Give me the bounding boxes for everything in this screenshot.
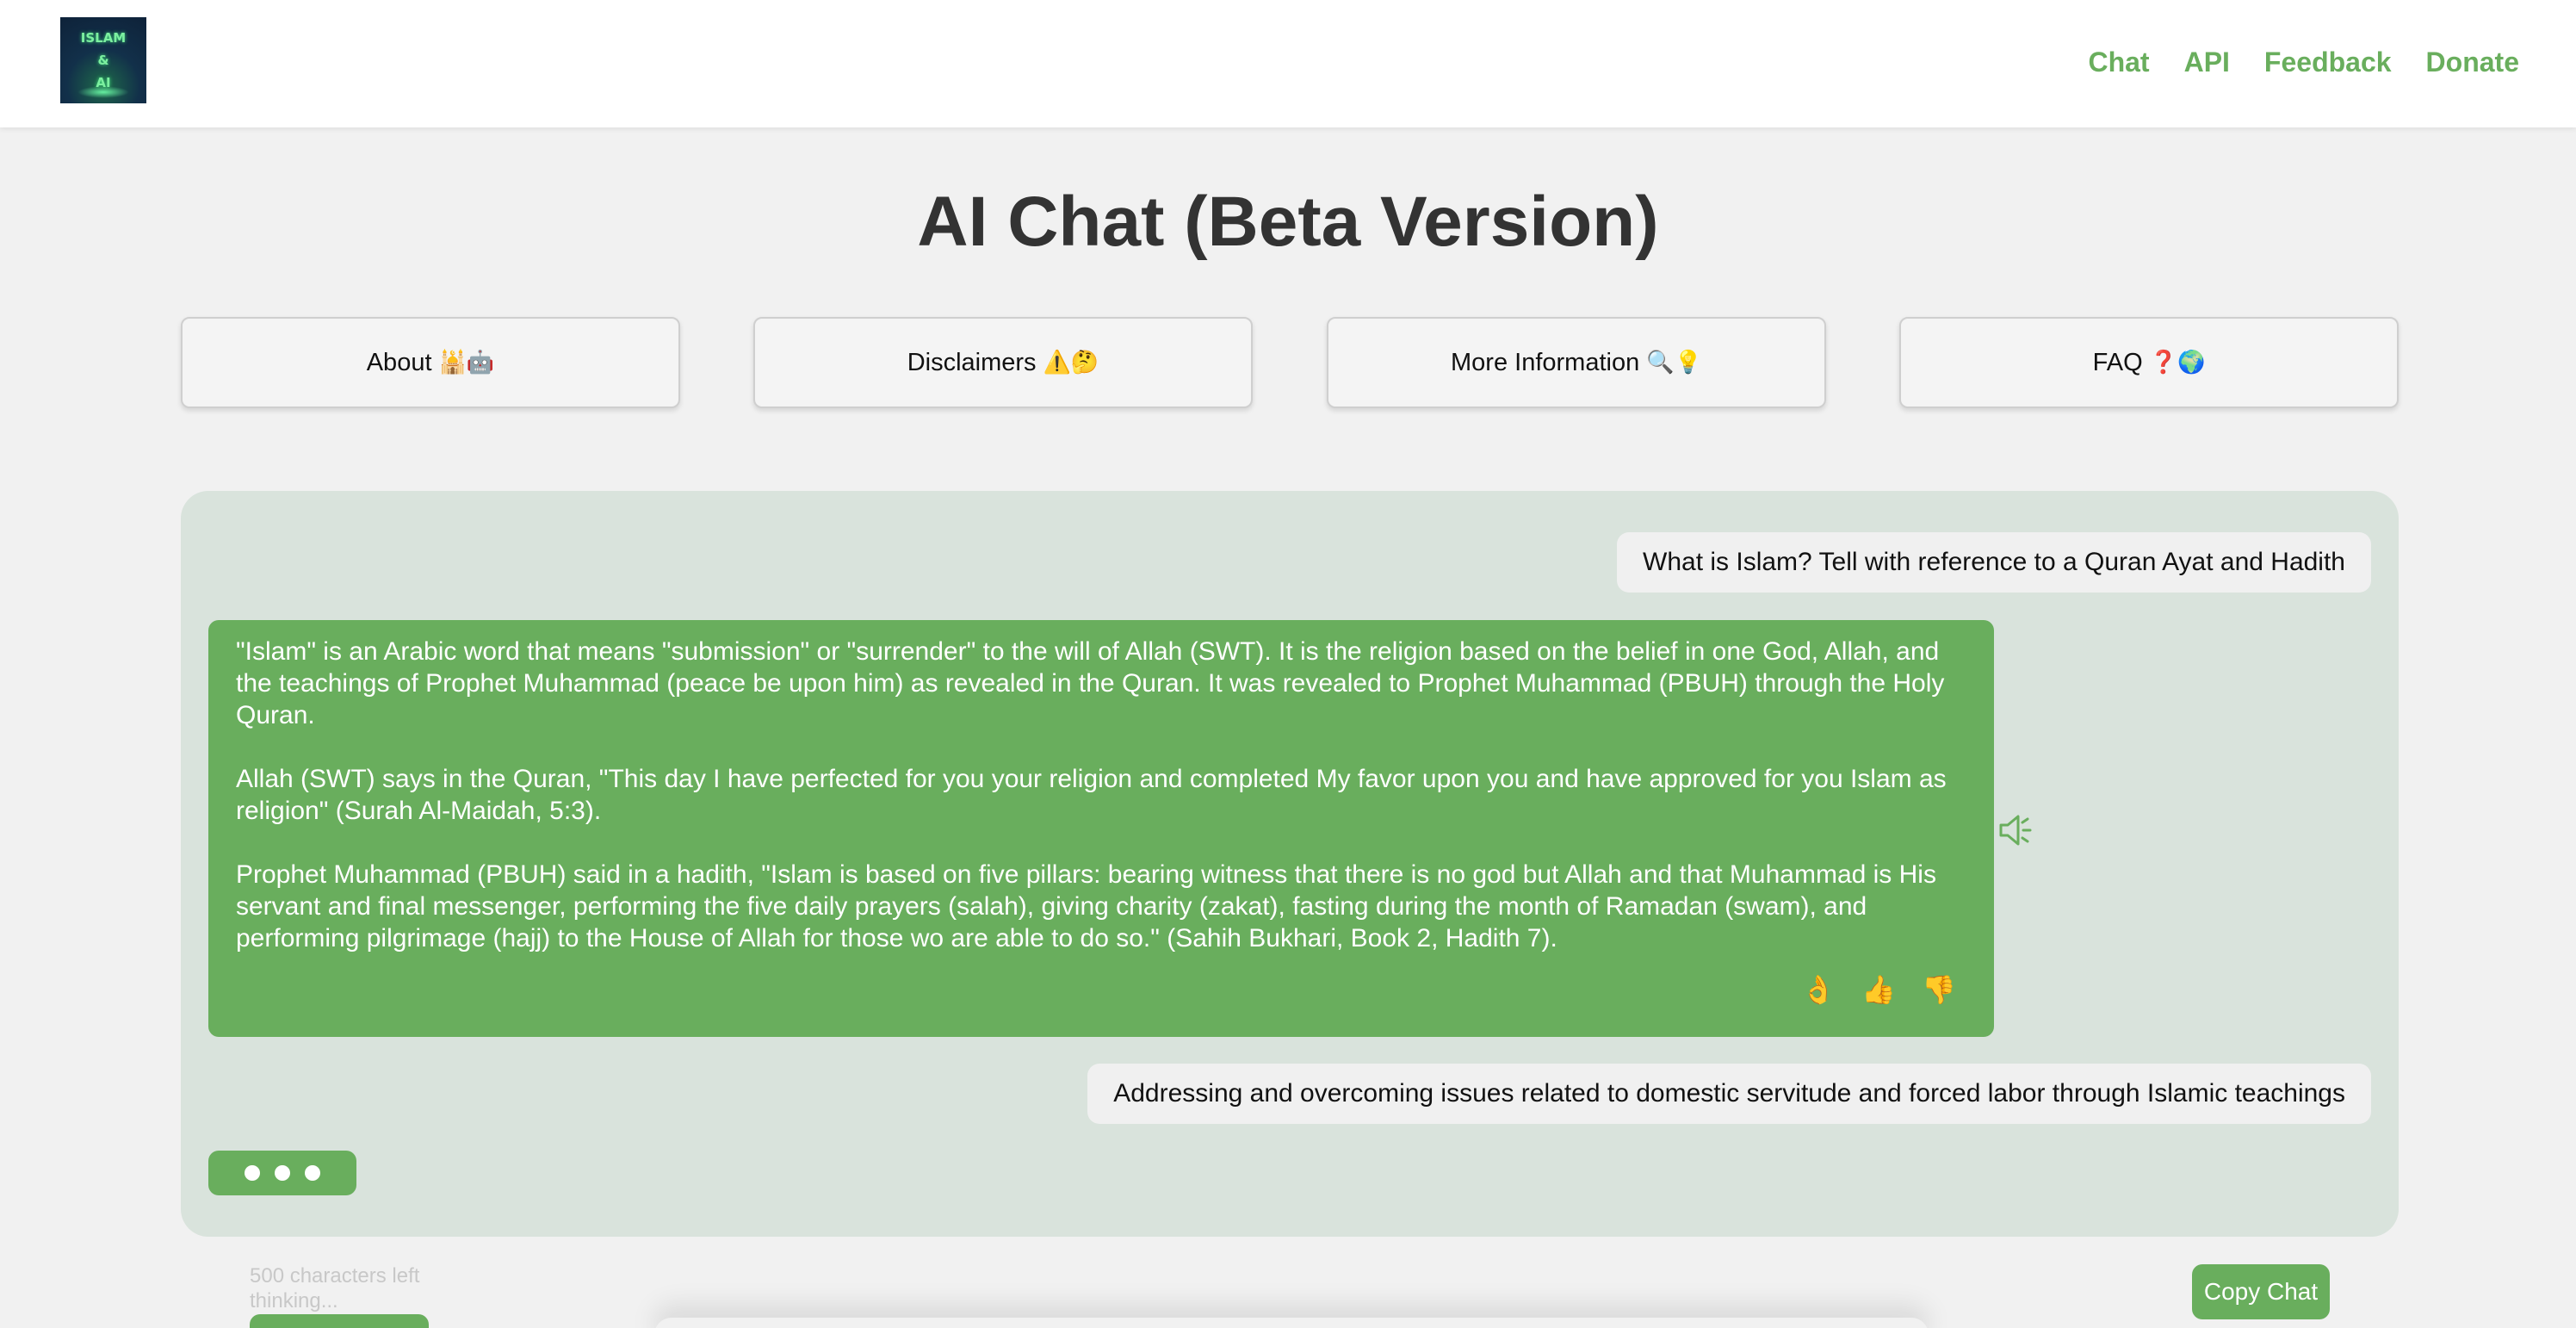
thumbs-up-reaction[interactable]: 👍 (1861, 974, 1896, 1006)
user-message: Addressing and overcoming issues related… (1087, 1064, 2371, 1124)
speaker-icon[interactable] (1996, 811, 2034, 849)
more-information-button-label: More Information (1451, 348, 1640, 376)
nav-link-donate[interactable]: Donate (2426, 45, 2519, 79)
assistant-message: "Islam" is an Arabic word that means "su… (208, 620, 1994, 1037)
nav-link-api[interactable]: API (2184, 45, 2230, 79)
faq-button-label: FAQ (2092, 348, 2143, 376)
ok-hand-reaction[interactable]: 👌 (1801, 974, 1836, 1006)
typing-dot (305, 1165, 320, 1181)
user-message: What is Islam? Tell with reference to a … (1617, 532, 2371, 593)
status-text: thinking... (250, 1289, 338, 1312)
logo-line-amp: & (97, 53, 109, 68)
about-button-label: About (366, 348, 432, 376)
assistant-paragraph: "Islam" is an Arabic word that means "su… (236, 637, 1945, 729)
logo-line-islam: ISLAM (80, 30, 127, 46)
typing-dot (275, 1165, 290, 1181)
more-information-button[interactable]: More Information 🔍💡 (1327, 317, 1826, 408)
send-button[interactable] (250, 1314, 429, 1328)
page-title: AI Chat (Beta Version) (917, 183, 1659, 261)
about-emoji: 🕌🤖 (438, 350, 495, 375)
faq-button[interactable]: FAQ ❓🌍 (1899, 317, 2399, 408)
chat-panel[interactable]: What is Islam? Tell with reference to a … (181, 491, 2399, 1237)
characters-left-counter: 500 characters left (250, 1264, 420, 1288)
message-input-area[interactable] (654, 1318, 1929, 1328)
nav-link-feedback[interactable]: Feedback (2264, 45, 2392, 79)
thumbs-down-reaction[interactable]: 👎 (1922, 974, 1956, 1006)
disclaimers-emoji: ⚠️🤔 (1043, 350, 1099, 375)
copy-chat-button[interactable]: Copy Chat (2192, 1264, 2330, 1319)
logo-glow (77, 86, 129, 98)
assistant-paragraph: Allah (SWT) says in the Quran, "This day… (236, 765, 1947, 825)
main-nav: Chat API Feedback Donate (2088, 45, 2519, 79)
assistant-paragraph: Prophet Muhammad (PBUH) said in a hadith… (236, 860, 1936, 953)
about-button[interactable]: About 🕌🤖 (181, 317, 680, 408)
reaction-bar: 👌 👍 👎 (1801, 974, 1956, 1006)
typing-indicator (208, 1151, 356, 1195)
typing-dot (245, 1165, 260, 1181)
more-information-emoji: 🔍💡 (1646, 350, 1702, 375)
disclaimers-button-label: Disclaimers (907, 348, 1037, 376)
nav-link-chat[interactable]: Chat (2088, 45, 2149, 79)
site-header: ISLAM & AI Chat API Feedback Donate (0, 0, 2576, 127)
faq-emoji: ❓🌍 (2149, 350, 2206, 375)
disclaimers-button[interactable]: Disclaimers ⚠️🤔 (753, 317, 1253, 408)
site-logo[interactable]: ISLAM & AI (60, 17, 146, 103)
